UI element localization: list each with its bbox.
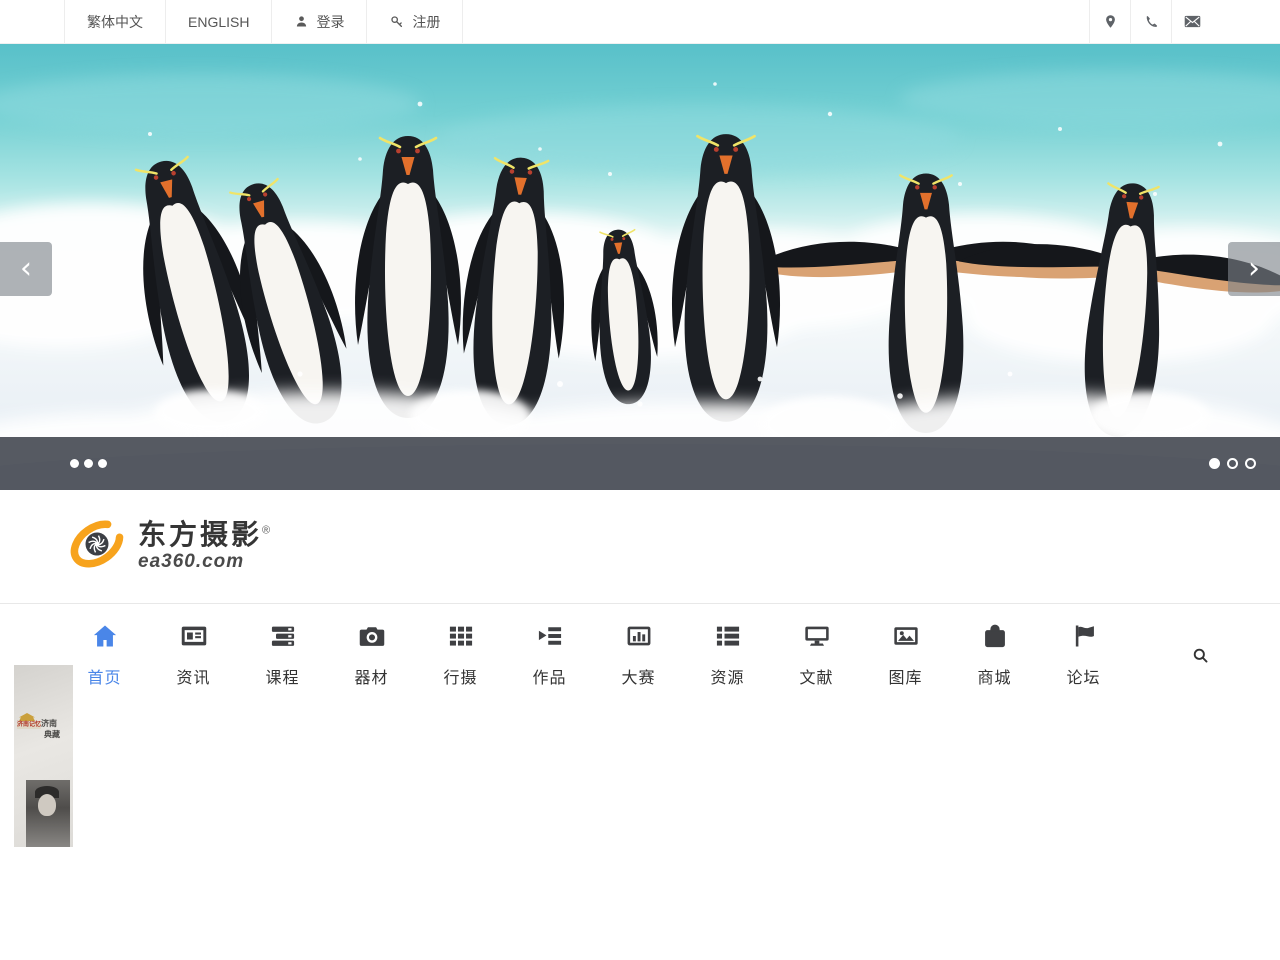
nav-label: 资讯 <box>176 664 210 688</box>
logo-row: 东方摄影® ea360.com <box>0 490 1280 604</box>
carousel-bottom-strip <box>0 437 1280 490</box>
grid-icon <box>447 622 475 655</box>
carousel-pager-dot-2[interactable] <box>1227 458 1238 469</box>
forum-icon <box>1070 622 1098 655</box>
news-icon <box>180 622 208 655</box>
language-english-label: ENGLISH <box>188 14 249 30</box>
nav-label: 论坛 <box>1066 664 1100 688</box>
thumbnail-red-title: 济南记忆 <box>17 722 41 729</box>
site-logo[interactable]: 东方摄影® ea360.com <box>68 517 270 576</box>
nav-label: 大赛 <box>621 664 655 688</box>
nav-item-home[interactable]: 首页 <box>60 622 149 688</box>
nav-item-contest[interactable]: 大赛 <box>594 622 683 688</box>
nav-label: 行摄 <box>443 664 477 688</box>
location-pin-icon[interactable] <box>1089 0 1130 43</box>
nav-item-documents[interactable]: 文献 <box>772 622 861 688</box>
email-icon[interactable] <box>1171 0 1212 43</box>
topbar-links: 繁体中文 ENGLISH 登录 注册 <box>64 0 463 43</box>
search-icon <box>1191 653 1210 668</box>
nav-item-travel[interactable]: 行摄 <box>416 622 505 688</box>
shop-icon <box>981 622 1009 655</box>
carousel-left-dot[interactable] <box>98 459 107 468</box>
camera-icon <box>358 622 386 655</box>
nav-label: 首页 <box>87 664 121 688</box>
key-icon <box>389 14 405 30</box>
register-label: 注册 <box>412 12 440 32</box>
home-icon <box>91 622 119 655</box>
main-nav: 首页 资讯 课程 器材 行摄 作品 大赛 资源 文献 图库 商城 论坛 <box>0 604 1280 705</box>
thumbnail-text-1: 济南 <box>41 718 57 729</box>
language-traditional-link[interactable]: 繁体中文 <box>64 0 166 43</box>
article-thumbnail[interactable]: 济南记忆 济南 典藏 <box>14 665 73 847</box>
carousel-next-button[interactable]: › <box>1228 242 1280 296</box>
contest-icon <box>625 622 653 655</box>
pavilion-emblem <box>19 713 35 721</box>
nav-label: 图库 <box>888 664 922 688</box>
nav-item-forum[interactable]: 论坛 <box>1039 622 1128 688</box>
courses-icon <box>269 622 297 655</box>
register-link[interactable]: 注册 <box>367 0 463 43</box>
nav-item-news[interactable]: 资讯 <box>149 622 238 688</box>
hero-carousel: ‹ › <box>0 44 1280 490</box>
nav-item-shop[interactable]: 商城 <box>950 622 1039 688</box>
site-domain: ea360.com <box>138 551 270 573</box>
carousel-pager-dot-3[interactable] <box>1245 458 1256 469</box>
works-icon <box>536 622 564 655</box>
portrait-photo <box>26 780 70 847</box>
search-button[interactable] <box>1187 642 1214 672</box>
nav-item-courses[interactable]: 课程 <box>238 622 327 688</box>
language-traditional-label: 繁体中文 <box>87 12 143 32</box>
nav-label: 课程 <box>265 664 299 688</box>
carousel-pager-dots <box>1209 458 1256 469</box>
login-link[interactable]: 登录 <box>272 0 367 43</box>
page-content: 济南记忆 济南 典藏 <box>0 705 1280 960</box>
gallery-icon <box>892 622 920 655</box>
carousel-slide-penguins <box>0 44 1280 490</box>
registered-mark: ® <box>262 524 270 536</box>
carousel-left-dot[interactable] <box>84 459 93 468</box>
nav-label: 商城 <box>977 664 1011 688</box>
user-icon <box>294 14 309 29</box>
phone-icon[interactable] <box>1130 0 1171 43</box>
logo-aperture-icon <box>68 517 126 576</box>
nav-label: 作品 <box>532 664 566 688</box>
login-label: 登录 <box>316 12 344 32</box>
documents-icon <box>803 622 831 655</box>
carousel-left-dots <box>70 459 107 468</box>
nav-item-equipment[interactable]: 器材 <box>327 622 416 688</box>
carousel-pager-dot-1[interactable] <box>1209 458 1220 469</box>
topbar-contact-icons <box>1089 0 1212 43</box>
site-name: 东方摄影 <box>138 519 262 550</box>
nav-label: 资源 <box>710 664 744 688</box>
logo-text: 东方摄影® ea360.com <box>138 520 270 573</box>
carousel-left-dot[interactable] <box>70 459 79 468</box>
nav-item-gallery[interactable]: 图库 <box>861 622 950 688</box>
resources-icon <box>714 622 742 655</box>
nav-label: 器材 <box>354 664 388 688</box>
carousel-prev-button[interactable]: ‹ <box>0 242 52 296</box>
thumbnail-text-2: 典藏 <box>44 729 60 740</box>
language-english-link[interactable]: ENGLISH <box>166 0 272 43</box>
nav-item-works[interactable]: 作品 <box>505 622 594 688</box>
nav-label: 文献 <box>799 664 833 688</box>
topbar: 繁体中文 ENGLISH 登录 注册 <box>0 0 1280 44</box>
nav-item-resources[interactable]: 资源 <box>683 622 772 688</box>
